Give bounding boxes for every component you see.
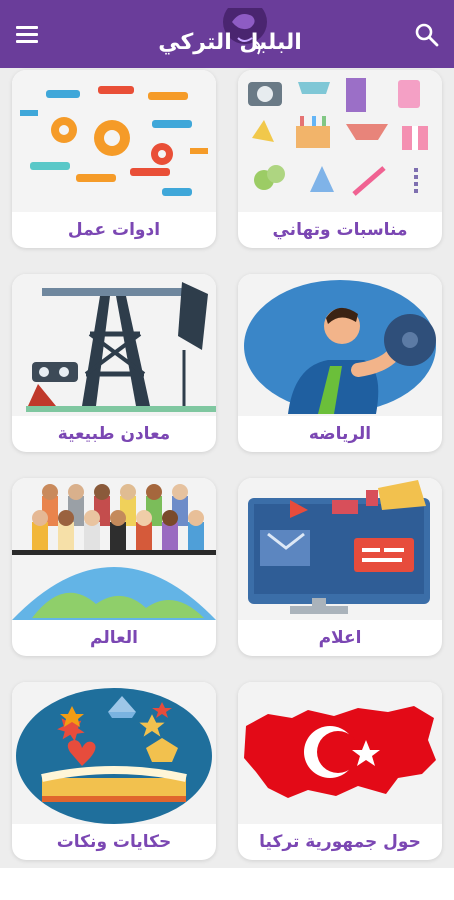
category-label: مناسبات وتهاني (272, 220, 408, 240)
search-button[interactable] (414, 22, 440, 48)
category-card-media[interactable]: اعلام (238, 478, 442, 656)
hamburger-icon (16, 26, 38, 29)
oil-pump-icon (12, 274, 216, 416)
category-card-occasions[interactable]: مناسبات وتهاني (238, 70, 442, 248)
tools-icon (12, 70, 216, 212)
category-grid: مناسبات وتهاني ادوات عمل الرياضه معادن ط… (0, 68, 454, 868)
app-title: البلبل التركي (158, 30, 302, 55)
category-card-stories-jokes[interactable]: حكايات ونكات (12, 682, 216, 860)
category-card-about-turkey[interactable]: حول جمهورية تركيا (238, 682, 442, 860)
search-icon (415, 23, 439, 47)
category-label: ادوات عمل (67, 220, 161, 240)
category-label: العالم (90, 628, 138, 648)
category-card-tools[interactable]: ادوات عمل (12, 70, 216, 248)
category-card-sports[interactable]: الرياضه (238, 274, 442, 452)
category-label: حكايات ونكات (56, 832, 172, 852)
category-label: معادن طبيعية (57, 424, 171, 444)
category-label: حول جمهورية تركيا (259, 832, 421, 852)
menu-button[interactable] (14, 22, 46, 50)
media-monitor-icon (238, 478, 442, 620)
category-card-world[interactable]: العالم (12, 478, 216, 656)
storybook-icon (12, 682, 216, 824)
bottom-area (0, 868, 454, 900)
world-people-icon (12, 478, 216, 620)
category-label: اعلام (318, 628, 362, 648)
category-label: الرياضه (308, 424, 372, 444)
app-bar: البلبل التركي (0, 0, 454, 68)
party-celebration-icon (238, 70, 442, 212)
weightlifter-icon (238, 274, 442, 416)
turkey-map-flag-icon (238, 682, 442, 824)
app-logo: البلبل التركي (140, 8, 320, 64)
category-card-natural-minerals[interactable]: معادن طبيعية (12, 274, 216, 452)
